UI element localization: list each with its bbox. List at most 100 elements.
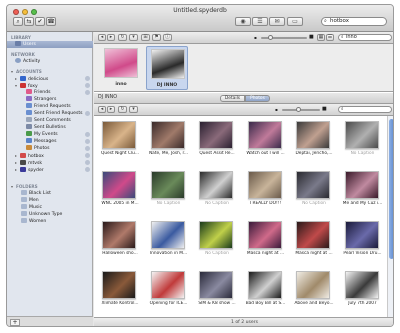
action-button[interactable]: ▾ bbox=[129, 34, 138, 41]
photo-item[interactable]: Masca night at ... bbox=[242, 220, 290, 260]
grid-view-button[interactable]: ▦ bbox=[317, 34, 325, 41]
photo-item[interactable]: July 7th 2007 bbox=[339, 270, 387, 310]
search-people-button[interactable]: ⌕ bbox=[13, 17, 23, 26]
sidebar-item-account[interactable]: Sent Bulletins bbox=[7, 124, 93, 131]
sidebar-item-account[interactable]: Sent Comments bbox=[7, 117, 93, 124]
sidebar-item-folder[interactable]: Unknown Type bbox=[7, 211, 93, 218]
photo-item[interactable]: No Caption bbox=[193, 220, 241, 260]
photo-item[interactable]: Quest Night Clu... bbox=[96, 120, 144, 160]
messages-button[interactable]: ✉ bbox=[269, 17, 285, 26]
network-header: NETWORK bbox=[11, 52, 35, 57]
window-button[interactable]: ▭ bbox=[287, 17, 303, 26]
photo-item[interactable]: Innovation in M... bbox=[145, 220, 193, 260]
sidebar-item-activity[interactable]: Activity bbox=[7, 58, 93, 65]
sidebar-item-folder[interactable]: Men bbox=[7, 197, 93, 204]
photo-item[interactable]: No Caption bbox=[193, 170, 241, 210]
photo-thumbnail bbox=[150, 271, 185, 299]
photos-search-field[interactable]: ⌕ bbox=[338, 106, 392, 113]
sync-button[interactable]: ⇆ bbox=[24, 17, 34, 26]
photo-item[interactable]: I REALLY DO!!! bbox=[242, 170, 290, 210]
sidebar-item-account[interactable]: ▸ delicious bbox=[7, 75, 93, 82]
photo-item[interactable]: No Caption bbox=[290, 170, 338, 210]
photo-item[interactable]: Quest Assit Re... bbox=[193, 120, 241, 160]
sidebar-item-users[interactable]: Users bbox=[7, 41, 93, 48]
sidebar-item-account[interactable]: Photos bbox=[7, 145, 93, 152]
tab-details[interactable]: Details bbox=[220, 95, 245, 102]
sidebar-item-account[interactable]: My Events bbox=[7, 131, 93, 138]
photo-item[interactable]: SIM & K8 show ... bbox=[193, 270, 241, 310]
sidebar-item-account[interactable]: ▸ spyder bbox=[7, 166, 93, 173]
back-button[interactable]: ◂ bbox=[98, 34, 106, 41]
sidebar-item-folder[interactable]: Black List bbox=[7, 190, 93, 197]
photo-item[interactable]: Deptai, Jericho,... bbox=[290, 120, 338, 160]
photo-item[interactable]: No Caption bbox=[339, 120, 387, 160]
sidebar-item-folder[interactable]: Women bbox=[7, 218, 93, 225]
slider-knob[interactable] bbox=[296, 107, 301, 112]
photo-caption: Opening for ICE... bbox=[149, 301, 188, 306]
tab-photos[interactable]: Photos bbox=[245, 95, 270, 102]
sidebar-item-account[interactable]: Friends bbox=[7, 89, 93, 96]
list-view-button[interactable]: ☰ bbox=[326, 34, 334, 41]
photo-thumbnail bbox=[247, 221, 282, 249]
sidebar-item-account[interactable]: ▸ mtvsk bbox=[7, 159, 93, 166]
sidebar-item-account[interactable]: Strangers bbox=[7, 96, 93, 103]
users-search-field[interactable]: ⌕ inno bbox=[338, 34, 392, 41]
photo-caption: No Caption bbox=[156, 201, 181, 206]
sidebar-item-account[interactable]: ▾ foxy bbox=[7, 82, 93, 89]
photo-item[interactable]: Bad Boy Bill at S... bbox=[242, 270, 290, 310]
forward-button[interactable]: ▸ bbox=[107, 34, 115, 41]
refresh-button[interactable]: ↻ bbox=[118, 106, 127, 113]
list-button[interactable]: ☰ bbox=[252, 17, 268, 26]
sync-badge-icon bbox=[85, 146, 90, 151]
users-icon bbox=[15, 41, 21, 46]
photo-caption: Xlimate Kontrol... bbox=[101, 301, 139, 306]
back-button[interactable]: ◂ bbox=[98, 106, 106, 113]
photo-item[interactable]: Above and Beyo... bbox=[290, 270, 338, 310]
photo-item[interactable]: Masca night at ... bbox=[290, 220, 338, 260]
toolbar-search-field[interactable]: ⌕ hotbox bbox=[321, 17, 387, 26]
refresh-button[interactable]: ↻ bbox=[118, 34, 127, 41]
forward-button[interactable]: ▸ bbox=[107, 106, 115, 113]
photo-thumbnail bbox=[344, 171, 379, 199]
sidebar-item-label: Unknown Type bbox=[29, 212, 63, 217]
sidebar-item-account[interactable]: Friend Requests bbox=[7, 103, 93, 110]
profile-button[interactable]: ◉ bbox=[235, 17, 251, 26]
photo-item[interactable]: Nate, Me, Josh, r... bbox=[145, 120, 193, 160]
add-button[interactable]: + bbox=[10, 319, 20, 326]
vertical-scrollbar[interactable] bbox=[387, 116, 393, 317]
photo-item[interactable]: Xlimate Kontrol... bbox=[96, 270, 144, 310]
sidebar-item-account[interactable]: ▸ hotbox bbox=[7, 152, 93, 159]
sidebar-item-account[interactable]: Sent Friend Requests bbox=[7, 110, 93, 117]
account-icon bbox=[20, 167, 26, 172]
photo-item[interactable]: No Caption bbox=[145, 170, 193, 210]
info-button[interactable]: ⓘ bbox=[163, 34, 172, 41]
sync-badge-icon bbox=[85, 139, 90, 144]
slider-knob[interactable] bbox=[268, 35, 273, 40]
sidebar-item-label: Men bbox=[29, 198, 39, 203]
photo-item[interactable]: Me and My Cuz i... bbox=[339, 170, 387, 210]
contacts-button[interactable]: ☎ bbox=[46, 17, 56, 26]
account-icon bbox=[20, 76, 26, 81]
sidebar-item-folder[interactable]: Music bbox=[7, 204, 93, 211]
photo-item[interactable]: WNC 2005 in M... bbox=[96, 170, 144, 210]
filter-button[interactable]: ⚑ bbox=[152, 34, 161, 41]
photo-size-slider[interactable] bbox=[282, 107, 320, 112]
sync-badge-icon bbox=[85, 132, 90, 137]
user-thumbnail[interactable]: DJ INNO bbox=[146, 46, 188, 90]
photo-item[interactable]: Halloween sho... bbox=[96, 220, 144, 260]
user-thumbnail[interactable]: inno bbox=[100, 46, 142, 90]
photo-item[interactable]: Pearl Vision Dru... bbox=[339, 220, 387, 260]
photo-item[interactable]: Watch out I will ... bbox=[242, 120, 290, 160]
scrollbar-thumb[interactable] bbox=[389, 119, 393, 259]
photo-item[interactable]: Opening for ICE... bbox=[145, 270, 193, 310]
sidebar-footer: + bbox=[7, 316, 93, 326]
action-button[interactable]: ▾ bbox=[129, 106, 138, 113]
thumbnail-size-slider[interactable] bbox=[261, 35, 307, 40]
search-icon: ⌕ bbox=[324, 18, 327, 24]
photo-thumbnail bbox=[150, 221, 185, 249]
group-button[interactable]: ⊞ bbox=[141, 34, 150, 41]
sidebar-item-account[interactable]: Messages bbox=[7, 138, 93, 145]
approve-button[interactable]: ✔ bbox=[35, 17, 45, 26]
photo-caption: No Caption bbox=[350, 151, 375, 156]
small-size-icon: ▪ bbox=[254, 35, 257, 40]
